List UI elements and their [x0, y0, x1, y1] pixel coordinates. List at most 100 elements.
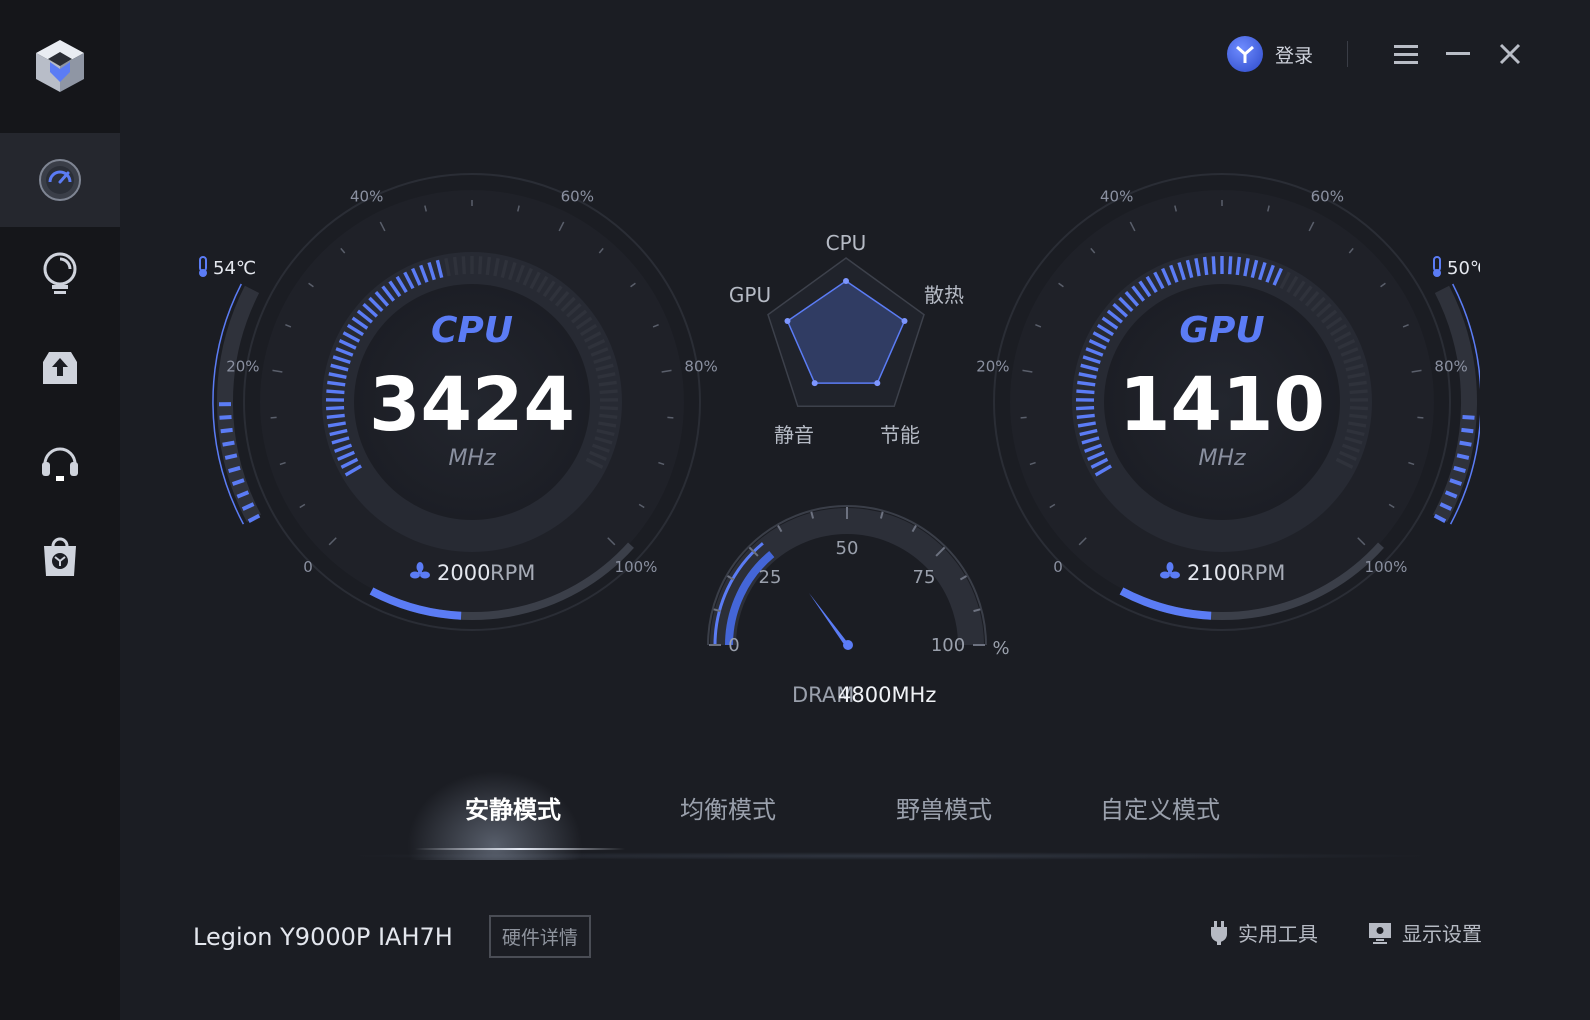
level-segment	[461, 256, 466, 275]
gauge-tick-label: 0	[1053, 558, 1063, 576]
level-segment	[326, 406, 345, 411]
sidebar-item-lighting[interactable]	[0, 227, 120, 321]
cpu-frequency-unit: MHz	[448, 446, 496, 471]
speedometer-icon	[39, 159, 81, 201]
radar-label: 节能	[880, 423, 920, 447]
gauge-tick-label: 40%	[1100, 187, 1133, 205]
title-divider	[1347, 41, 1348, 67]
mode-tab-custom[interactable]: 自定义模式	[1060, 790, 1260, 825]
level-segment	[1348, 380, 1367, 387]
level-segment	[1076, 413, 1095, 419]
headset-icon	[42, 447, 78, 481]
display-settings-button[interactable]: 显示设置	[1368, 918, 1482, 947]
level-segment	[1077, 380, 1096, 387]
gpu-frequency-unit: MHz	[1198, 446, 1246, 471]
gpu-frequency-value: 1410	[1119, 362, 1325, 448]
center-panel: CPU 散热 节能 静音 GPU 0 25 50 75 100% DRAM 4800MHz	[700, 220, 1040, 720]
display-settings-label: 显示设置	[1402, 922, 1482, 946]
temperature-segment	[1462, 415, 1475, 420]
radar-point	[784, 318, 791, 324]
cpu-fan-rpm: 2000	[437, 561, 490, 585]
gpu-fan-rpm: 2100	[1187, 561, 1240, 585]
temperature-segment	[219, 415, 232, 420]
utilities-button[interactable]: 实用工具	[1210, 918, 1318, 947]
sidebar	[0, 0, 120, 1020]
cube-logo-icon	[36, 40, 84, 92]
level-segment	[599, 413, 618, 419]
close-button[interactable]	[1490, 34, 1530, 74]
level-segment	[452, 256, 459, 276]
cpu-gauge-name: CPU	[431, 310, 513, 351]
radar-label: CPU	[826, 231, 867, 255]
dram-tick-label: 25	[759, 567, 782, 588]
device-info: Legion Y9000P IAH7H 硬件详情	[193, 915, 591, 958]
login-label: 登录	[1274, 44, 1313, 67]
dram-frequency: 4800MHz	[838, 683, 936, 707]
level-segment	[1076, 389, 1095, 395]
mode-tab-quiet[interactable]: 安静模式	[413, 790, 613, 825]
gauge-tick-label: 60%	[1311, 187, 1344, 205]
dram-tick-label: 0	[728, 635, 739, 656]
gauge-tick-label: 20%	[226, 358, 259, 376]
sidebar-item-dashboard[interactable]	[0, 133, 120, 227]
temperature-segment	[1456, 453, 1470, 460]
level-segment	[599, 406, 618, 411]
level-segment	[1349, 389, 1368, 395]
thermometer-icon	[1433, 256, 1441, 272]
performance-radar: CPU 散热节能 静音 GPU	[729, 231, 964, 447]
dram-tick-label: 100	[931, 635, 965, 656]
cpu-fan-unit: RPM	[490, 561, 535, 585]
level-segment	[598, 380, 617, 387]
shopping-bag-icon	[44, 537, 76, 576]
mode-tab-balanced[interactable]: 均衡模式	[628, 790, 828, 825]
footer-tools: 实用工具 显示设置	[1210, 918, 1482, 947]
mode-tab-performance[interactable]: 野兽模式	[844, 790, 1044, 825]
dram-needle	[809, 593, 851, 647]
temperature-segment	[222, 440, 235, 447]
cpu-gauge: 0 20% 40% 60% 80% 100% CPU 3424 MHz 54℃ 2000 …	[170, 150, 730, 650]
level-segment	[1076, 406, 1095, 411]
gpu-temperature: 50℃	[1433, 256, 1490, 279]
login-button[interactable]: 登录	[1226, 36, 1313, 72]
level-segment	[1349, 413, 1368, 419]
temperature-segment	[1461, 427, 1474, 434]
cpu-temperature: 54℃	[199, 256, 256, 279]
radar-label: GPU	[729, 283, 771, 307]
cpu-frequency-value: 3424	[369, 362, 575, 448]
cpu-gauge-graphic: 020%40% 60%80%100% CPU 3424 MHz 54℃ 2000 …	[199, 173, 718, 631]
minimize-button[interactable]	[1438, 34, 1478, 74]
gauge-tick-label: 100%	[1365, 558, 1408, 576]
minimize-icon	[1446, 52, 1470, 55]
dram-tick-label: 75	[913, 567, 936, 588]
app-logo	[0, 0, 120, 132]
hardware-details-button[interactable]: 硬件详情	[488, 915, 591, 958]
device-name: Legion Y9000P IAH7H	[193, 922, 453, 951]
gauge-tick-label: 100%	[615, 558, 658, 576]
lightbulb-icon	[43, 252, 77, 294]
gauge-tick-label: 0	[303, 558, 313, 576]
title-bar: 登录	[1226, 34, 1530, 74]
temperature-segment	[220, 427, 233, 434]
gauge-tick-label: 80%	[1434, 358, 1467, 376]
dram-tick-label: 50	[836, 538, 859, 559]
center-graphic: CPU散热节能静音GPU 0255075100% DRAM 4800MHz	[707, 231, 1010, 707]
close-icon	[1499, 43, 1521, 65]
radar-point	[843, 278, 849, 284]
active-mode-underline	[415, 848, 625, 850]
thermometer-icon	[199, 256, 207, 272]
level-segment	[1211, 256, 1216, 275]
menu-button[interactable]	[1386, 34, 1426, 74]
sidebar-item-store[interactable]	[0, 509, 120, 603]
gpu-temperature-value: 50℃	[1447, 258, 1480, 279]
sidebar-item-update[interactable]	[0, 321, 120, 415]
radar-point	[901, 318, 908, 324]
plug-icon	[1211, 920, 1227, 945]
level-segment	[1228, 256, 1233, 275]
gauge-tick-label: 60%	[561, 187, 594, 205]
radar-point	[811, 380, 818, 387]
sidebar-item-support[interactable]	[0, 415, 120, 509]
cpu-temperature-value: 54℃	[213, 258, 256, 279]
level-segment	[478, 256, 483, 275]
level-segment	[1202, 256, 1209, 276]
level-segment	[485, 256, 492, 276]
